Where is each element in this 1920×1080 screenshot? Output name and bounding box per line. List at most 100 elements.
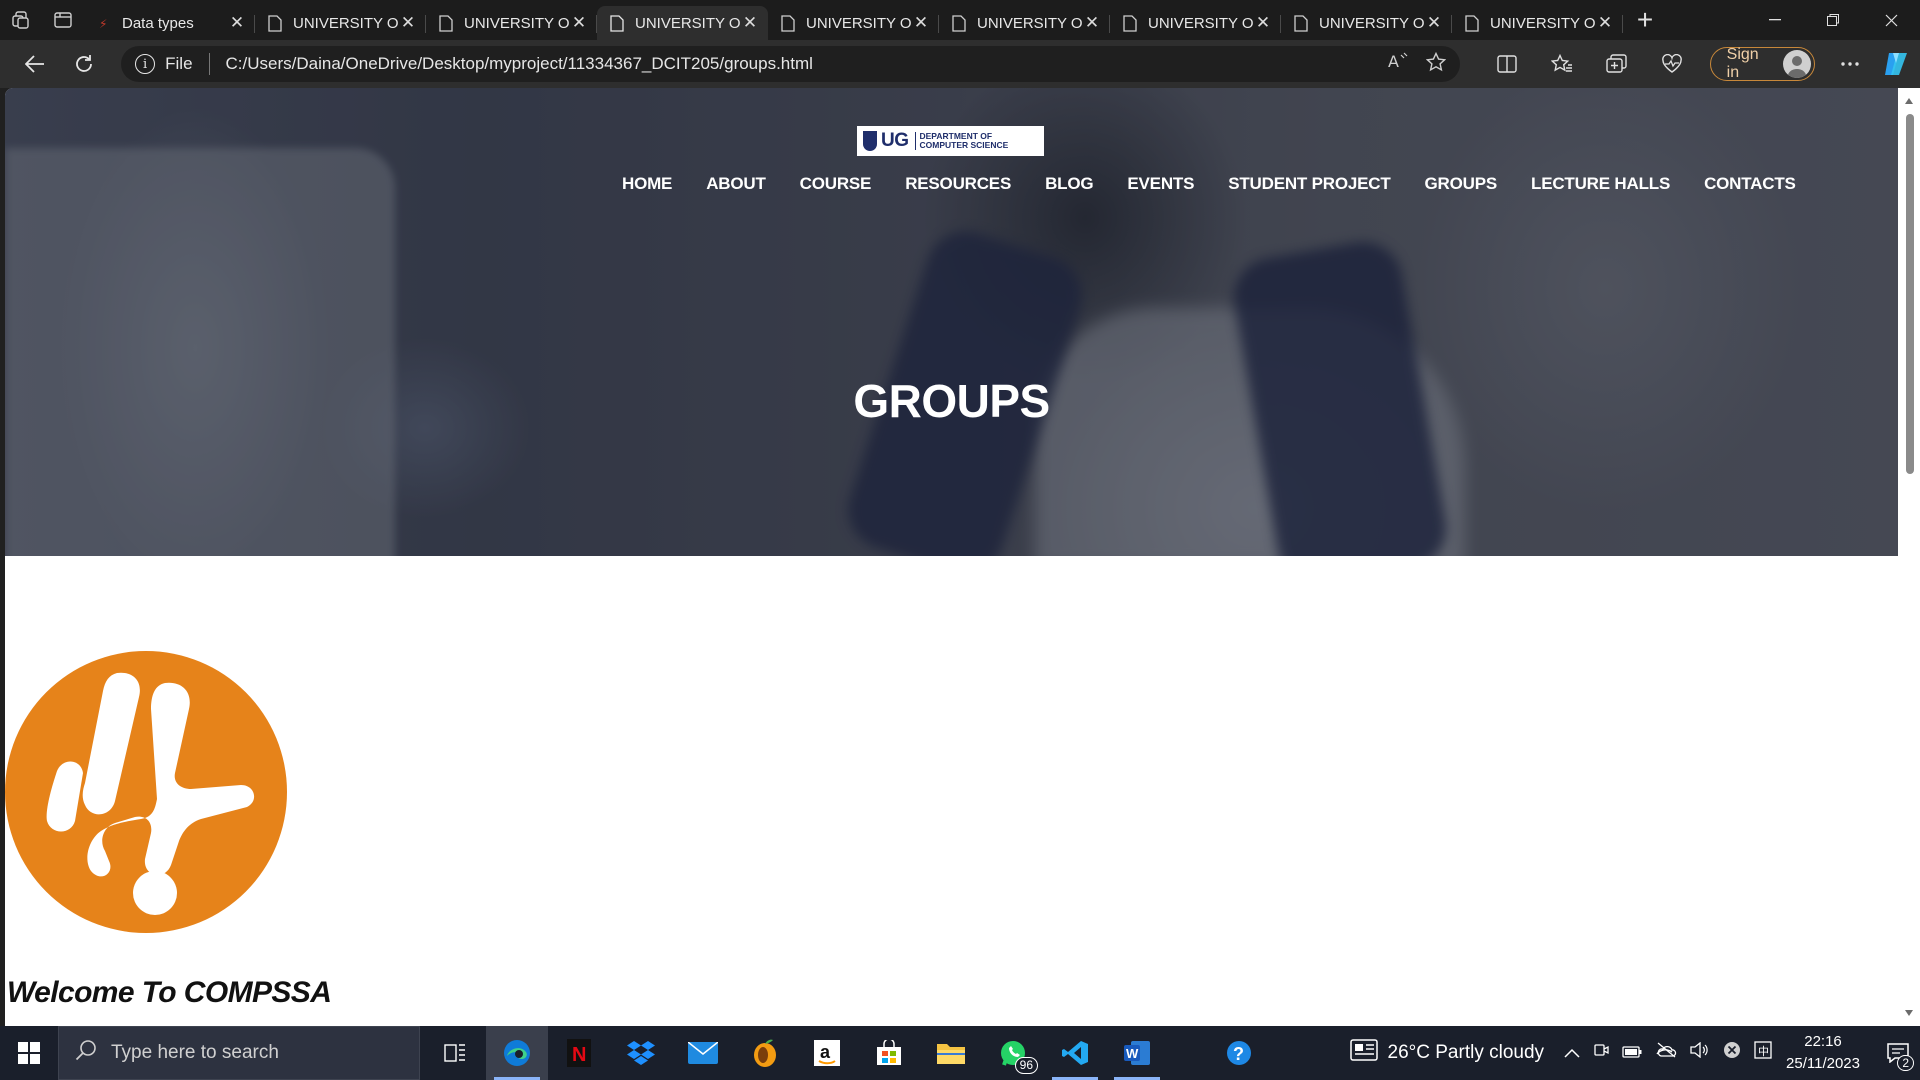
battery-icon[interactable]: [1622, 1042, 1642, 1064]
taskbar-search-box[interactable]: Type here to search: [58, 1026, 420, 1080]
page-icon: [1122, 14, 1138, 32]
scrollbar-thumb[interactable]: [1906, 114, 1914, 474]
page-icon: [1464, 14, 1480, 32]
nav-contacts[interactable]: CONTACTS: [1704, 174, 1796, 194]
collections-icon[interactable]: [1590, 40, 1645, 88]
close-tab-icon[interactable]: ✕: [227, 13, 247, 33]
site-logo[interactable]: UG DEPARTMENT OF COMPUTER SCIENCE: [857, 126, 1044, 156]
close-tab-icon[interactable]: ✕: [1595, 13, 1615, 33]
more-options-icon[interactable]: [1825, 40, 1875, 88]
meet-now-icon[interactable]: [1593, 1042, 1609, 1064]
browser-tab[interactable]: UNIVERSITY OF GHANA ✕: [939, 6, 1110, 40]
read-aloud-icon[interactable]: A: [1388, 52, 1408, 77]
help-icon[interactable]: ?: [1208, 1026, 1270, 1080]
nav-resources[interactable]: RESOURCES: [905, 174, 1011, 194]
close-tab-icon[interactable]: ✕: [569, 13, 589, 33]
word-app-icon[interactable]: W: [1106, 1026, 1168, 1080]
address-bar[interactable]: i File C:/Users/Daina/OneDrive/Desktop/m…: [121, 46, 1460, 82]
browser-essentials-icon[interactable]: [1645, 40, 1700, 88]
nav-groups[interactable]: GROUPS: [1425, 174, 1498, 194]
vscode-app-icon[interactable]: [1044, 1026, 1106, 1080]
mail-app-icon[interactable]: [672, 1026, 734, 1080]
system-clock[interactable]: 22:16 25/11/2023: [1786, 1031, 1860, 1075]
nav-events[interactable]: EVENTS: [1127, 174, 1194, 194]
netflix-app-icon[interactable]: N: [548, 1026, 610, 1080]
close-tab-icon[interactable]: ✕: [911, 13, 931, 33]
tab-title: Data types: [122, 14, 194, 32]
tab-title: UNIVERSITY OF GHANA: [293, 14, 398, 32]
scroll-down-arrow-icon[interactable]: [1905, 1010, 1913, 1016]
network-icon[interactable]: [1655, 1042, 1677, 1064]
input-language-icon[interactable]: 中: [1754, 1041, 1772, 1065]
nav-about[interactable]: ABOUT: [706, 174, 766, 194]
browser-tab[interactable]: UNIVERSITY OF GHANA ✕: [255, 6, 426, 40]
nav-home[interactable]: HOME: [622, 174, 672, 194]
chevron-up-icon[interactable]: [1564, 1042, 1580, 1064]
restore-button[interactable]: [1804, 0, 1862, 40]
site-info-icon[interactable]: i: [135, 54, 156, 74]
dropbox-app-icon[interactable]: [610, 1026, 672, 1080]
nav-lecture-halls[interactable]: LECTURE HALLS: [1531, 174, 1670, 194]
amazon-app-icon[interactable]: a: [796, 1026, 858, 1080]
page-icon: [609, 14, 625, 32]
tab-title: UNIVERSITY OF GHANA: [464, 14, 569, 32]
profile-avatar-icon: [1783, 50, 1811, 78]
close-tab-icon[interactable]: ✕: [1424, 13, 1444, 33]
page-viewport: UG DEPARTMENT OF COMPUTER SCIENCE HOME A…: [5, 88, 1920, 1026]
volume-icon[interactable]: [1690, 1041, 1710, 1064]
tab-title: UNIVERSITY OF GHANA: [635, 14, 740, 32]
browser-tab[interactable]: UNIVERSITY OF GHANA ✕: [1281, 6, 1452, 40]
notification-center-icon[interactable]: 2: [1876, 1026, 1920, 1080]
weather-widget[interactable]: 26°C Partly cloudy: [1349, 1039, 1544, 1067]
browser-tab[interactable]: UNIVERSITY OF GHANA ✕: [768, 6, 939, 40]
news-weather-icon: [1349, 1039, 1378, 1067]
split-screen-icon[interactable]: [1480, 40, 1535, 88]
tab-title: UNIVERSITY OF GHANA: [1148, 14, 1253, 32]
close-window-button[interactable]: [1862, 0, 1920, 40]
back-arrow-icon[interactable]: [10, 40, 60, 88]
copilot-icon[interactable]: [1874, 40, 1920, 88]
minimize-button[interactable]: [1746, 0, 1804, 40]
workspaces-icon[interactable]: [0, 0, 42, 40]
sign-in-button[interactable]: Sign in: [1709, 46, 1815, 81]
svg-text:中: 中: [1758, 1045, 1769, 1058]
refresh-icon[interactable]: [60, 40, 110, 88]
status-error-icon[interactable]: [1723, 1041, 1741, 1065]
favorite-star-icon[interactable]: [1425, 51, 1446, 77]
browser-tab-active[interactable]: UNIVERSITY OF GHANA ✕: [597, 6, 768, 40]
task-view-icon[interactable]: [424, 1026, 486, 1080]
edge-app-icon[interactable]: [486, 1026, 548, 1080]
browser-tab[interactable]: UNIVERSITY OF GHANA ✕: [426, 6, 597, 40]
favorites-icon[interactable]: [1535, 40, 1590, 88]
whatsapp-app-icon[interactable]: 96: [982, 1026, 1044, 1080]
url-text[interactable]: C:/Users/Daina/OneDrive/Desktop/myprojec…: [226, 54, 1388, 74]
close-tab-icon[interactable]: ✕: [1253, 13, 1273, 33]
divider: [208, 53, 210, 75]
browser-toolbar: i File C:/Users/Daina/OneDrive/Desktop/m…: [0, 40, 1920, 88]
page-scrollbar[interactable]: [1898, 88, 1920, 1026]
nav-student-project[interactable]: STUDENT PROJECT: [1228, 174, 1390, 194]
start-button[interactable]: [0, 1026, 58, 1080]
browser-tab[interactable]: ⚡ Data types ✕: [84, 6, 255, 40]
close-tab-icon[interactable]: ✕: [740, 13, 760, 33]
nav-blog[interactable]: BLOG: [1045, 174, 1094, 194]
fl-studio-app-icon[interactable]: [734, 1026, 796, 1080]
scheme-label: File: [165, 54, 193, 73]
tab-actions-icon[interactable]: [42, 0, 84, 40]
svg-text:⚡: ⚡: [99, 17, 107, 29]
scroll-up-arrow-icon[interactable]: [1905, 98, 1913, 104]
browser-tab[interactable]: UNIVERSITY OF GHANA ✕: [1452, 6, 1623, 40]
close-tab-icon[interactable]: ✕: [1082, 13, 1102, 33]
main-navigation: HOME ABOUT COURSE RESOURCES BLOG EVENTS …: [622, 174, 1796, 194]
nav-course[interactable]: COURSE: [800, 174, 872, 194]
browser-tab[interactable]: UNIVERSITY OF GHANA ✕: [1110, 6, 1281, 40]
page-icon: [780, 14, 796, 32]
microsoft-store-app-icon[interactable]: [858, 1026, 920, 1080]
hero-overlay: [5, 88, 1898, 556]
close-tab-icon[interactable]: ✕: [398, 13, 418, 33]
new-tab-button[interactable]: +: [1623, 0, 1667, 40]
file-explorer-app-icon[interactable]: [920, 1026, 982, 1080]
search-placeholder: Type here to search: [111, 1042, 279, 1063]
sign-in-label: Sign in: [1726, 46, 1759, 81]
